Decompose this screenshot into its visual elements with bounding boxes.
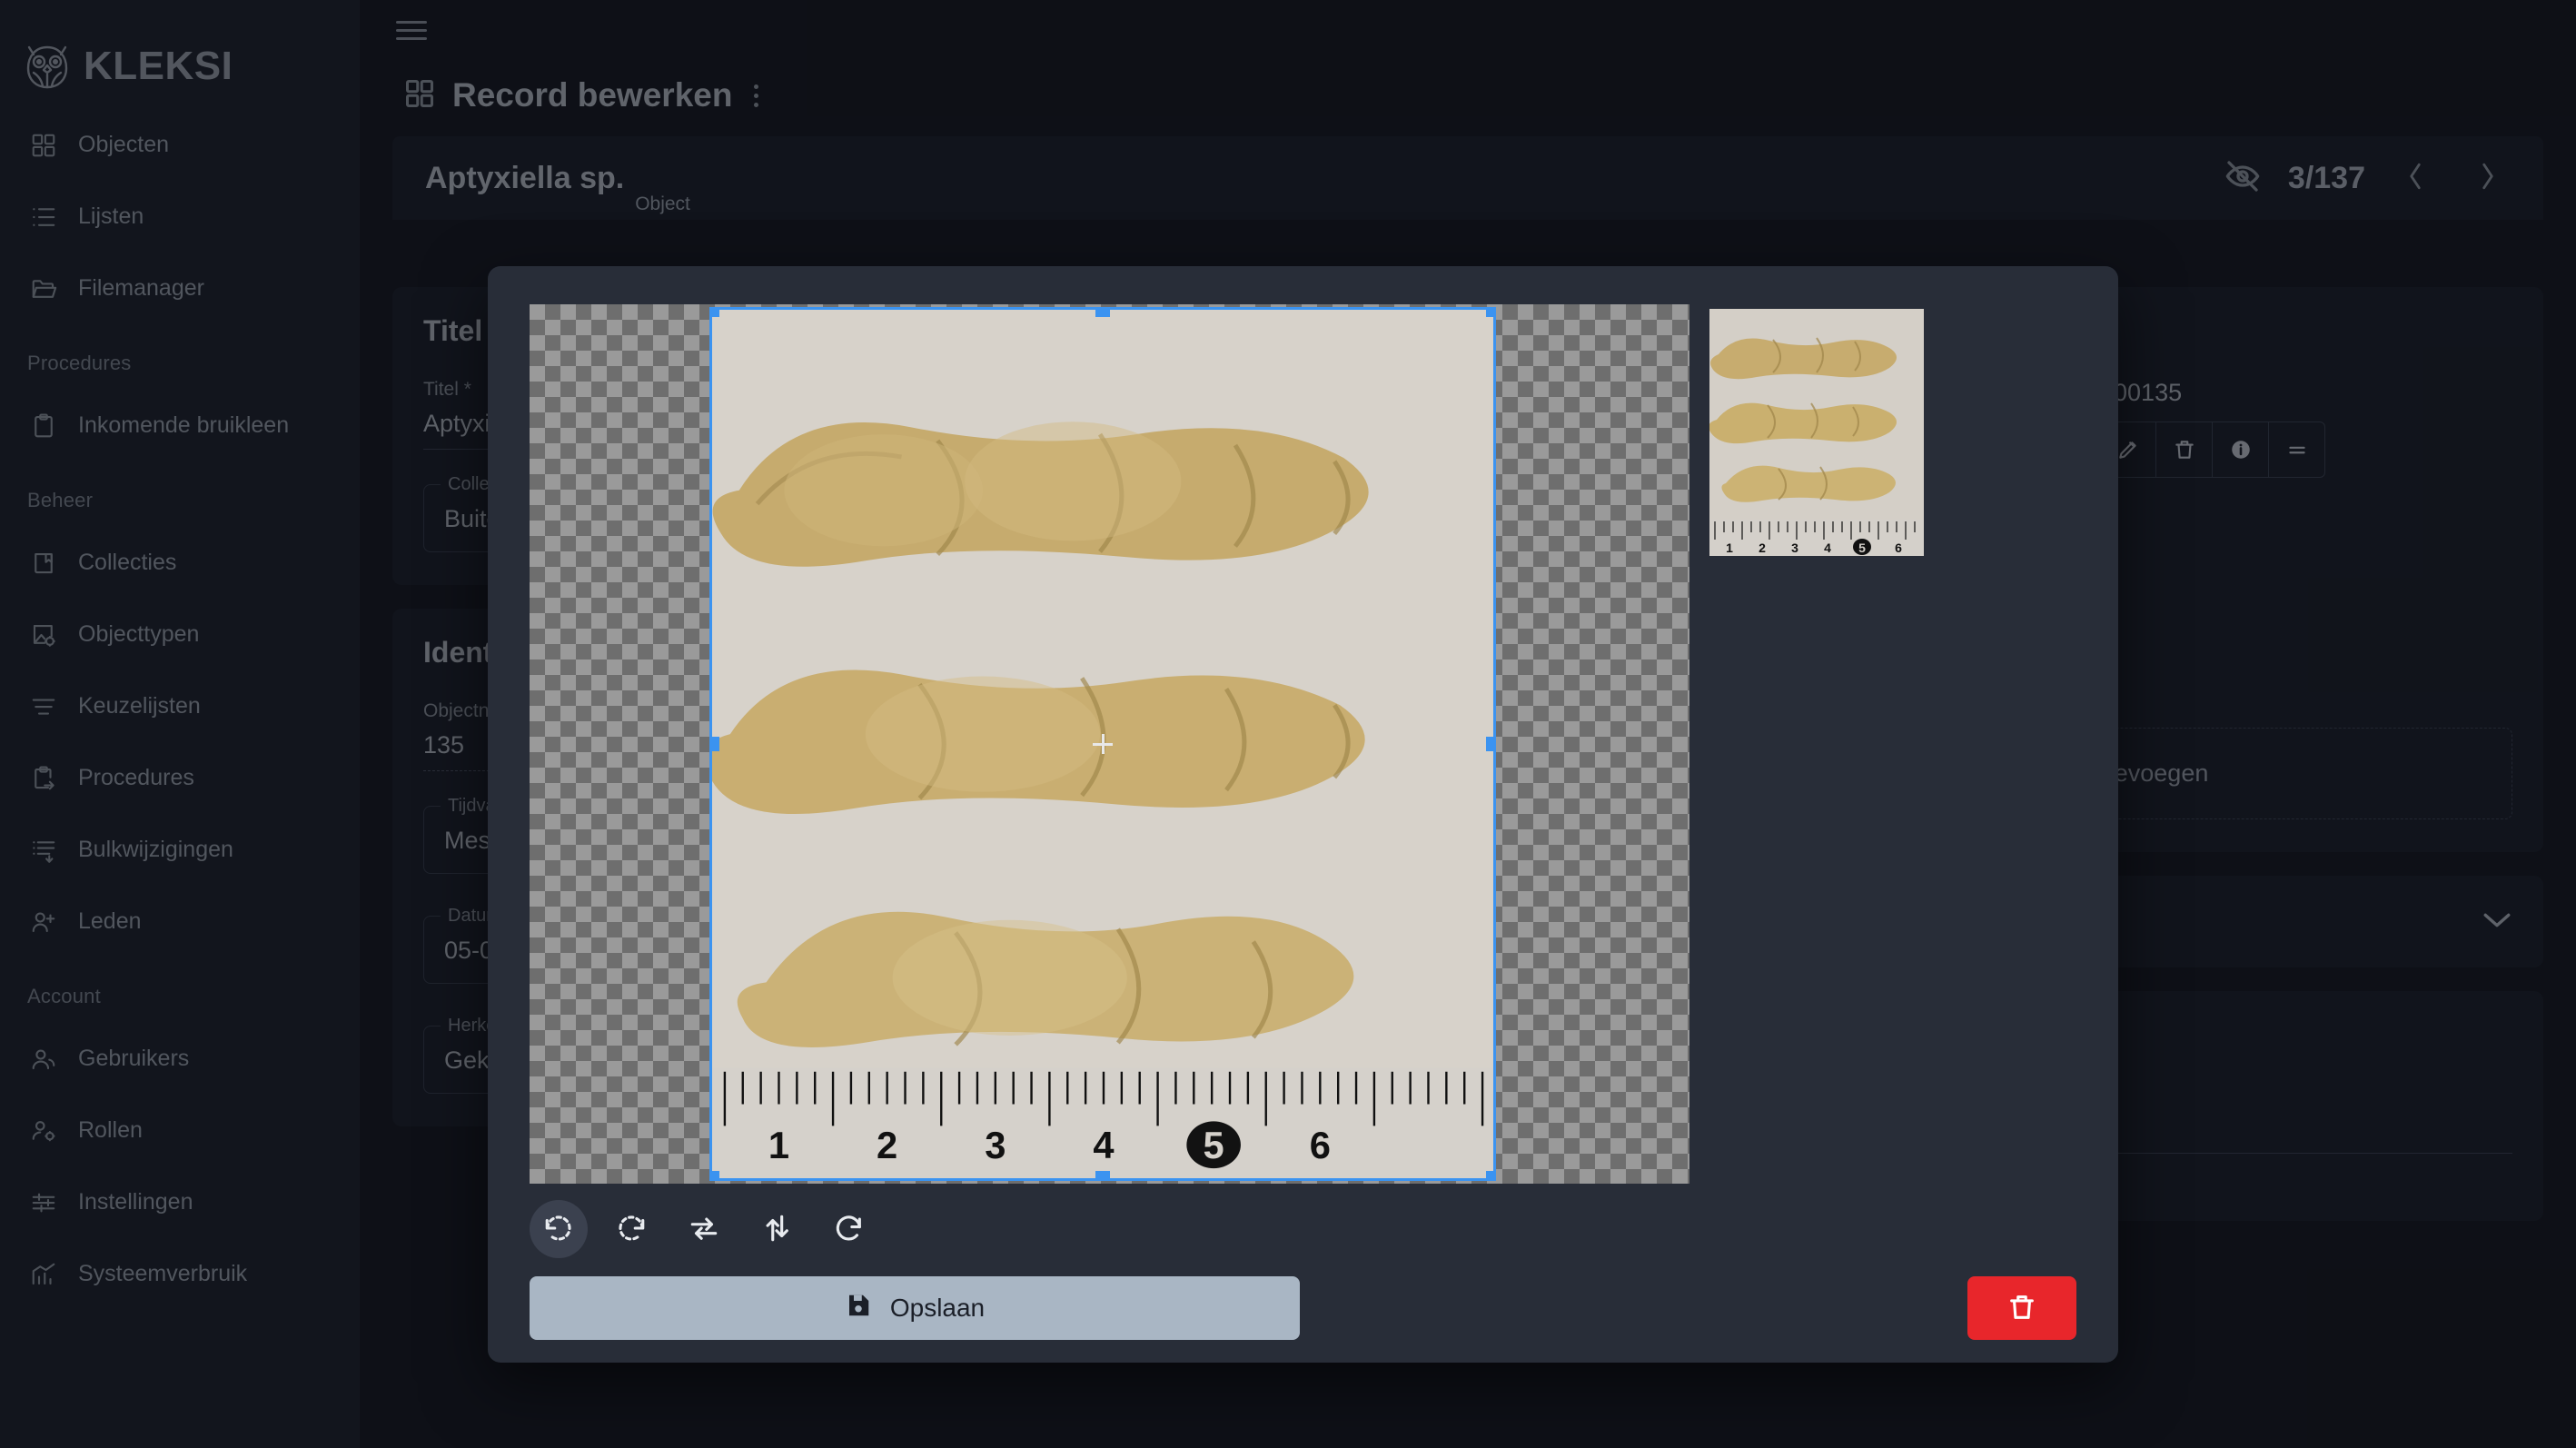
flip-vertical-button[interactable]	[748, 1200, 806, 1258]
image-tool-row	[488, 1184, 2118, 1258]
trash-icon	[2006, 1292, 2037, 1325]
crop-preview-pane: 1 2 3 4 6 5	[1709, 304, 1924, 1184]
svg-text:6: 6	[1895, 541, 1902, 555]
flip-horizontal-icon	[689, 1213, 719, 1246]
save-icon	[845, 1292, 872, 1325]
crop-handle-bottom-center[interactable]	[1095, 1171, 1110, 1178]
svg-text:4: 4	[1093, 1124, 1114, 1166]
reset-button[interactable]	[820, 1200, 878, 1258]
svg-text:2: 2	[1759, 541, 1766, 555]
crop-handle-top-center[interactable]	[1095, 310, 1110, 317]
svg-text:3: 3	[1791, 541, 1798, 555]
image-crop-editor-modal: 1 2 3 4 6 5 1 2 3 4 6 5 Opslaan	[488, 266, 2118, 1363]
crop-canvas[interactable]: 1 2 3 4 6 5	[530, 304, 1689, 1184]
flip-vertical-icon	[761, 1213, 792, 1246]
save-button-label: Opslaan	[889, 1294, 986, 1322]
crop-handle-bottom-right[interactable]	[1486, 1171, 1493, 1178]
svg-text:3: 3	[985, 1124, 1006, 1166]
crop-handle-top-right[interactable]	[1486, 310, 1493, 317]
crop-handle-bottom-left[interactable]	[712, 1171, 719, 1178]
svg-text:1: 1	[768, 1124, 789, 1166]
crop-preview-image: 1 2 3 4 6 5	[1709, 309, 1924, 556]
svg-text:5: 5	[1858, 541, 1866, 555]
rotate-right-button[interactable]	[602, 1200, 660, 1258]
reset-icon	[834, 1213, 865, 1246]
modal-action-row: Opslaan	[488, 1258, 2118, 1340]
svg-text:5: 5	[1204, 1124, 1224, 1166]
crop-image: 1 2 3 4 6 5	[712, 310, 1493, 1178]
rotate-left-icon	[543, 1213, 574, 1246]
crop-handle-middle-right[interactable]	[1486, 737, 1493, 751]
svg-text:4: 4	[1824, 541, 1831, 555]
svg-text:2: 2	[877, 1124, 897, 1166]
editor-row: 1 2 3 4 6 5 1 2 3 4 6 5	[488, 266, 2118, 1184]
svg-text:6: 6	[1310, 1124, 1331, 1166]
crop-selection[interactable]: 1 2 3 4 6 5	[709, 307, 1496, 1181]
delete-image-button[interactable]	[1967, 1276, 2076, 1340]
crop-handle-middle-left[interactable]	[712, 737, 719, 751]
flip-horizontal-button[interactable]	[675, 1200, 733, 1258]
rotate-right-icon	[616, 1213, 647, 1246]
crop-handle-top-left[interactable]	[712, 310, 719, 317]
rotate-left-button[interactable]	[530, 1200, 588, 1258]
svg-text:1: 1	[1726, 541, 1733, 555]
save-button[interactable]: Opslaan	[530, 1276, 1300, 1340]
